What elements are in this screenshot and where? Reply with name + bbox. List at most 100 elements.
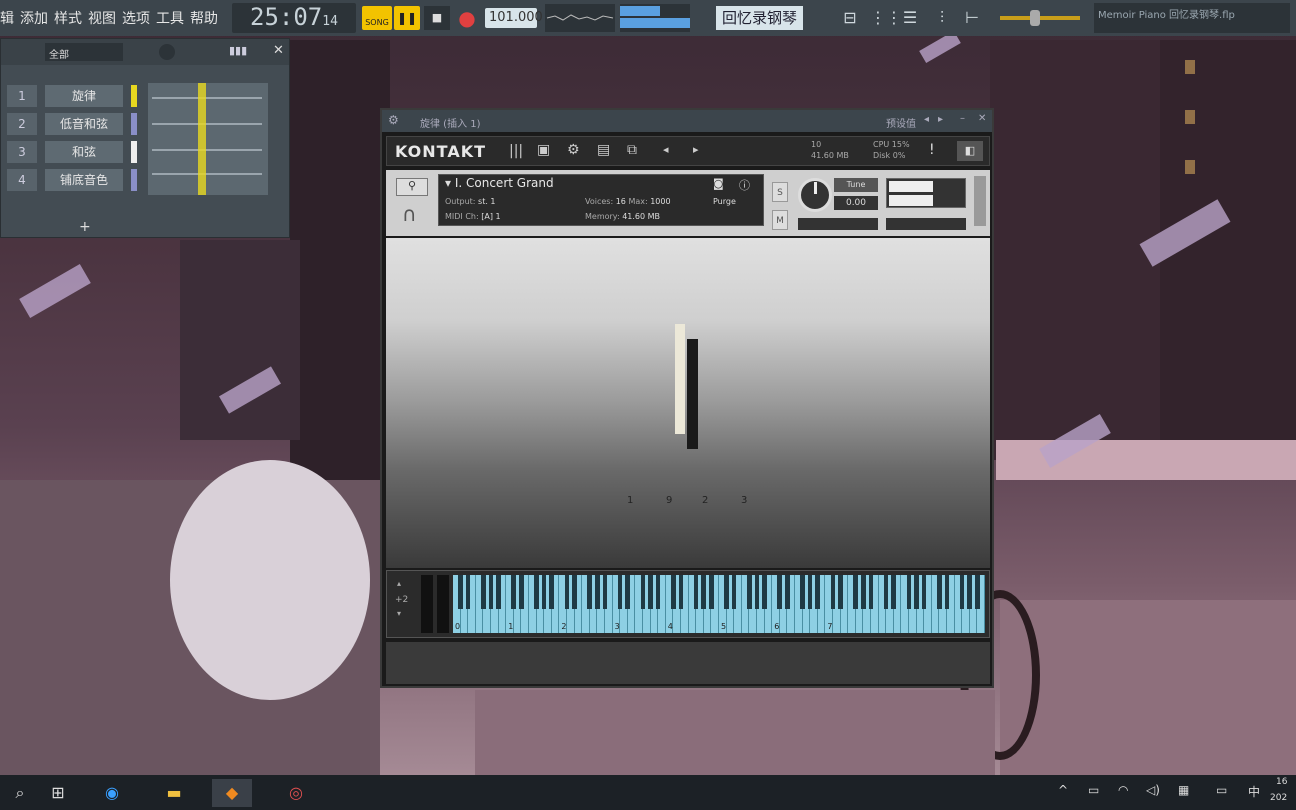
purge-button[interactable]: Purge [713,197,736,206]
channel-name-button[interactable]: 和弦 [45,141,123,163]
solo-button[interactable]: S [772,182,788,202]
white-key[interactable] [734,575,742,633]
graph-icon[interactable]: ▮▮▮ [229,44,247,57]
channel-number[interactable]: 4 [7,169,37,191]
menu-edit[interactable]: 辑 [0,8,14,28]
warning-icon[interactable]: ! [929,142,935,158]
minimize-icon[interactable]: – [960,113,965,124]
white-key[interactable] [977,575,985,633]
instrument-name[interactable]: ▾ I. Concert Grand [445,176,685,192]
channel-filter-select[interactable]: 全部 [45,43,123,61]
max-voices-value[interactable]: 1000 [650,197,670,206]
close-instrument-icon[interactable] [974,176,986,226]
pitch-wheel[interactable] [421,575,433,633]
page-digit[interactable]: 2 [702,495,708,506]
pattern-preview[interactable] [148,83,268,195]
pan-slider[interactable] [798,218,878,230]
page-digit[interactable]: 1 [627,495,633,506]
white-key[interactable] [871,575,879,633]
white-key[interactable] [468,575,476,633]
white-key[interactable] [681,575,689,633]
channel-number[interactable]: 3 [7,141,37,163]
white-key[interactable] [765,575,773,633]
white-key[interactable] [924,575,932,633]
tray-chevron-icon[interactable]: ^ [1058,783,1068,797]
menu-add[interactable]: 添加 [20,8,48,28]
wifi-icon[interactable]: ◠ [1118,783,1128,797]
recorder-icon[interactable]: ◎ [276,779,316,807]
next-icon[interactable]: ▸ [693,143,699,156]
display-icon[interactable]: ▭ [1216,783,1227,797]
close-icon[interactable]: ✕ [273,43,284,58]
record-button[interactable]: ● [454,6,480,30]
pause-button[interactable]: ❚❚ [394,6,420,30]
white-key[interactable] [658,575,666,633]
channel-select-led[interactable] [131,113,137,135]
input-method[interactable]: 中 [1248,783,1260,800]
mixer-icon[interactable]: ⫶ [932,8,952,28]
keyboard-icon[interactable]: ▦ [1178,783,1189,797]
clock-date[interactable]: 202 [1270,793,1287,803]
file-explorer-icon[interactable]: ▬ [154,779,194,807]
menu-tools[interactable]: 工具 [156,8,184,28]
browser-icon[interactable]: ⊢ [962,8,982,28]
song-mode-button[interactable]: SONG [362,6,392,30]
menu-options[interactable]: 选项 [122,8,150,28]
white-key[interactable] [499,575,507,633]
white-key[interactable] [818,575,826,633]
menu-help[interactable]: 帮助 [190,8,218,28]
close-icon[interactable]: ✕ [978,113,986,124]
volume-slider[interactable] [886,218,966,230]
white-key[interactable] [575,575,583,633]
channel-number[interactable]: 2 [7,113,37,135]
white-key[interactable] [787,575,795,633]
volume-icon[interactable]: ◁) [1146,783,1160,797]
presets-label[interactable]: 预设值 [886,115,916,130]
white-key[interactable] [894,575,902,633]
white-key[interactable] [711,575,719,633]
octave-up-icon[interactable]: ▴ [397,579,401,588]
channel-name-button[interactable]: 低音和弦 [45,113,123,135]
headphones-icon[interactable]: ∩ [402,202,417,226]
gear-icon[interactable]: ⚙ [388,113,399,127]
mute-button[interactable]: M [772,210,788,230]
menu-patterns[interactable]: 样式 [54,8,82,28]
add-channel-button[interactable]: + [79,219,91,235]
tune-knob[interactable] [798,178,832,212]
white-key[interactable] [605,575,613,633]
edge-icon[interactable]: ◉ [92,779,132,807]
task-view-icon[interactable]: ⊞ [38,779,78,807]
swing-knob[interactable] [159,44,175,60]
info-icon[interactable]: ⓘ [739,177,750,193]
channel-select-led[interactable] [131,141,137,163]
octave-down-icon[interactable]: ▾ [397,609,401,618]
white-key[interactable] [841,575,849,633]
piano-keyboard[interactable]: 0 1 2 3 4 5 6 7 [453,575,985,633]
white-key[interactable] [628,575,636,633]
channel-select-led[interactable] [131,169,137,191]
clock-time[interactable]: 16 [1276,777,1287,787]
tempo-field[interactable]: 101.000 [485,8,543,28]
tune-value[interactable]: 0.00 [834,196,878,210]
resize-icon[interactable]: ⧉ [627,142,637,158]
master-volume-slider[interactable] [1000,10,1080,26]
battery-icon[interactable]: ▭ [1088,783,1099,797]
output-value[interactable]: st. 1 [478,197,495,206]
fl-studio-icon[interactable]: ◆ [212,779,252,807]
settings-icon[interactable]: ⚙ [567,142,580,158]
white-key[interactable] [552,575,560,633]
wrench-icon[interactable]: ⚲ [396,178,428,196]
page-digit[interactable]: 9 [666,495,672,506]
page-digit[interactable]: 3 [741,495,747,506]
stop-button[interactable]: ■ [424,6,450,30]
camera-icon[interactable]: ◙ [713,177,724,190]
channel-select-led[interactable] [131,85,137,107]
menu-view[interactable]: 视图 [88,8,116,28]
channel-rack-icon[interactable]: ☰ [900,8,920,28]
piano-roll-icon[interactable]: ⋮⋮ [870,8,902,28]
channel-number[interactable]: 1 [7,85,37,107]
white-key[interactable] [947,575,955,633]
midi-channel-value[interactable]: [A] 1 [481,212,500,221]
channel-name-button[interactable]: 铺底音色 [45,169,123,191]
white-key[interactable] [521,575,529,633]
